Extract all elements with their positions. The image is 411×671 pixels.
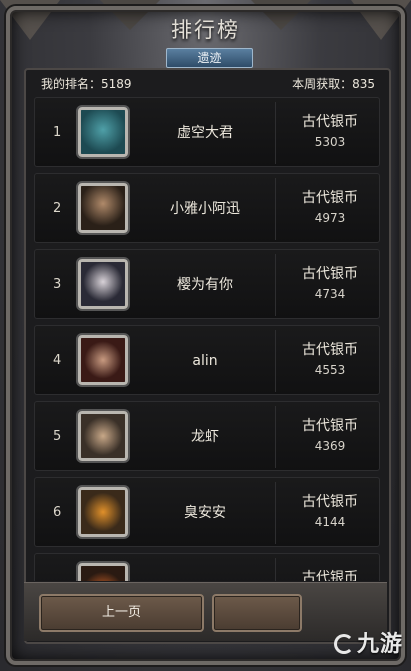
divider <box>275 558 276 581</box>
ranking-list[interactable]: 1 虚空大君 古代银币 5303 2 小雅小阿迅 古代银币 4973 3 樱为有… <box>34 97 380 581</box>
player-name: 虚空大君 <box>177 125 233 141</box>
reward-value: 5303 <box>314 135 346 149</box>
divider <box>275 254 276 316</box>
reward-label: 古代银币 <box>302 342 358 358</box>
reward-cell: 古代银币 4553 <box>280 339 380 377</box>
ranking-row[interactable]: 1 虚空大君 古代银币 5303 <box>34 97 380 167</box>
reward-cell: 古代银币 5303 <box>280 111 380 149</box>
reward-label: 古代银币 <box>302 190 358 206</box>
rank-number: 3 <box>53 277 62 292</box>
prev-page-button[interactable]: 上一页 <box>39 594 204 632</box>
weekly-gain: 本周获取：835 <box>292 77 375 91</box>
player-avatar[interactable] <box>78 563 128 581</box>
player-name: 小雅小阿迅 <box>170 201 240 217</box>
player-avatar[interactable] <box>78 487 128 537</box>
ranking-row[interactable]: 6 臭安安 古代银币 4144 <box>34 477 380 547</box>
watermark-text: 九游 <box>356 632 403 657</box>
reward-label: 古代银币 <box>302 494 358 510</box>
divider <box>275 482 276 544</box>
tab-relics[interactable]: 遗迹 <box>166 48 253 68</box>
reward-value: 4734 <box>314 287 346 301</box>
player-avatar[interactable] <box>78 411 128 461</box>
my-rank: 我的排名：5189 <box>41 77 132 91</box>
player-avatar[interactable] <box>78 107 128 157</box>
ranking-row[interactable]: 5 龙虾 古代银币 4369 <box>34 401 380 471</box>
page-title: 排行榜 <box>171 18 240 42</box>
rank-number: 1 <box>53 125 62 140</box>
player-avatar[interactable] <box>78 259 128 309</box>
rank-number: 6 <box>53 505 62 520</box>
player-name: 龙虾 <box>191 429 219 445</box>
player-avatar[interactable] <box>78 335 128 385</box>
player-name: alin <box>192 353 218 369</box>
ranking-row[interactable]: 4 alin 古代银币 4553 <box>34 325 380 395</box>
reward-label: 古代银币 <box>302 570 358 581</box>
player-avatar[interactable] <box>78 183 128 233</box>
ranking-row[interactable]: 古代银币 <box>34 553 380 581</box>
ranking-row[interactable]: 2 小雅小阿迅 古代银币 4973 <box>34 173 380 243</box>
player-name: 臭安安 <box>184 505 226 521</box>
player-name: 樱为有你 <box>177 277 233 293</box>
reward-label: 古代银币 <box>302 266 358 282</box>
reward-label: 古代银币 <box>302 114 358 130</box>
rank-number: 2 <box>53 201 62 216</box>
reward-value: 4144 <box>314 515 346 529</box>
reward-value: 4369 <box>314 439 346 453</box>
reward-value: 4553 <box>314 363 346 377</box>
rank-number: 4 <box>53 353 62 368</box>
reward-cell: 古代银币 4369 <box>280 415 380 453</box>
jiuyou-icon <box>333 634 354 654</box>
reward-label: 古代银币 <box>302 418 358 434</box>
rank-number: 5 <box>53 429 62 444</box>
divider <box>275 102 276 164</box>
reward-cell: 古代银币 4144 <box>280 491 380 529</box>
reward-cell: 古代银币 4734 <box>280 263 380 301</box>
reward-value: 4973 <box>314 211 346 225</box>
divider <box>275 330 276 392</box>
next-page-button[interactable] <box>212 594 302 632</box>
watermark-logo: 九游 <box>333 626 403 658</box>
ranking-row[interactable]: 3 樱为有你 古代银币 4734 <box>34 249 380 319</box>
divider <box>275 178 276 240</box>
reward-cell: 古代银币 <box>280 567 380 581</box>
reward-cell: 古代银币 4973 <box>280 187 380 225</box>
divider <box>275 406 276 468</box>
